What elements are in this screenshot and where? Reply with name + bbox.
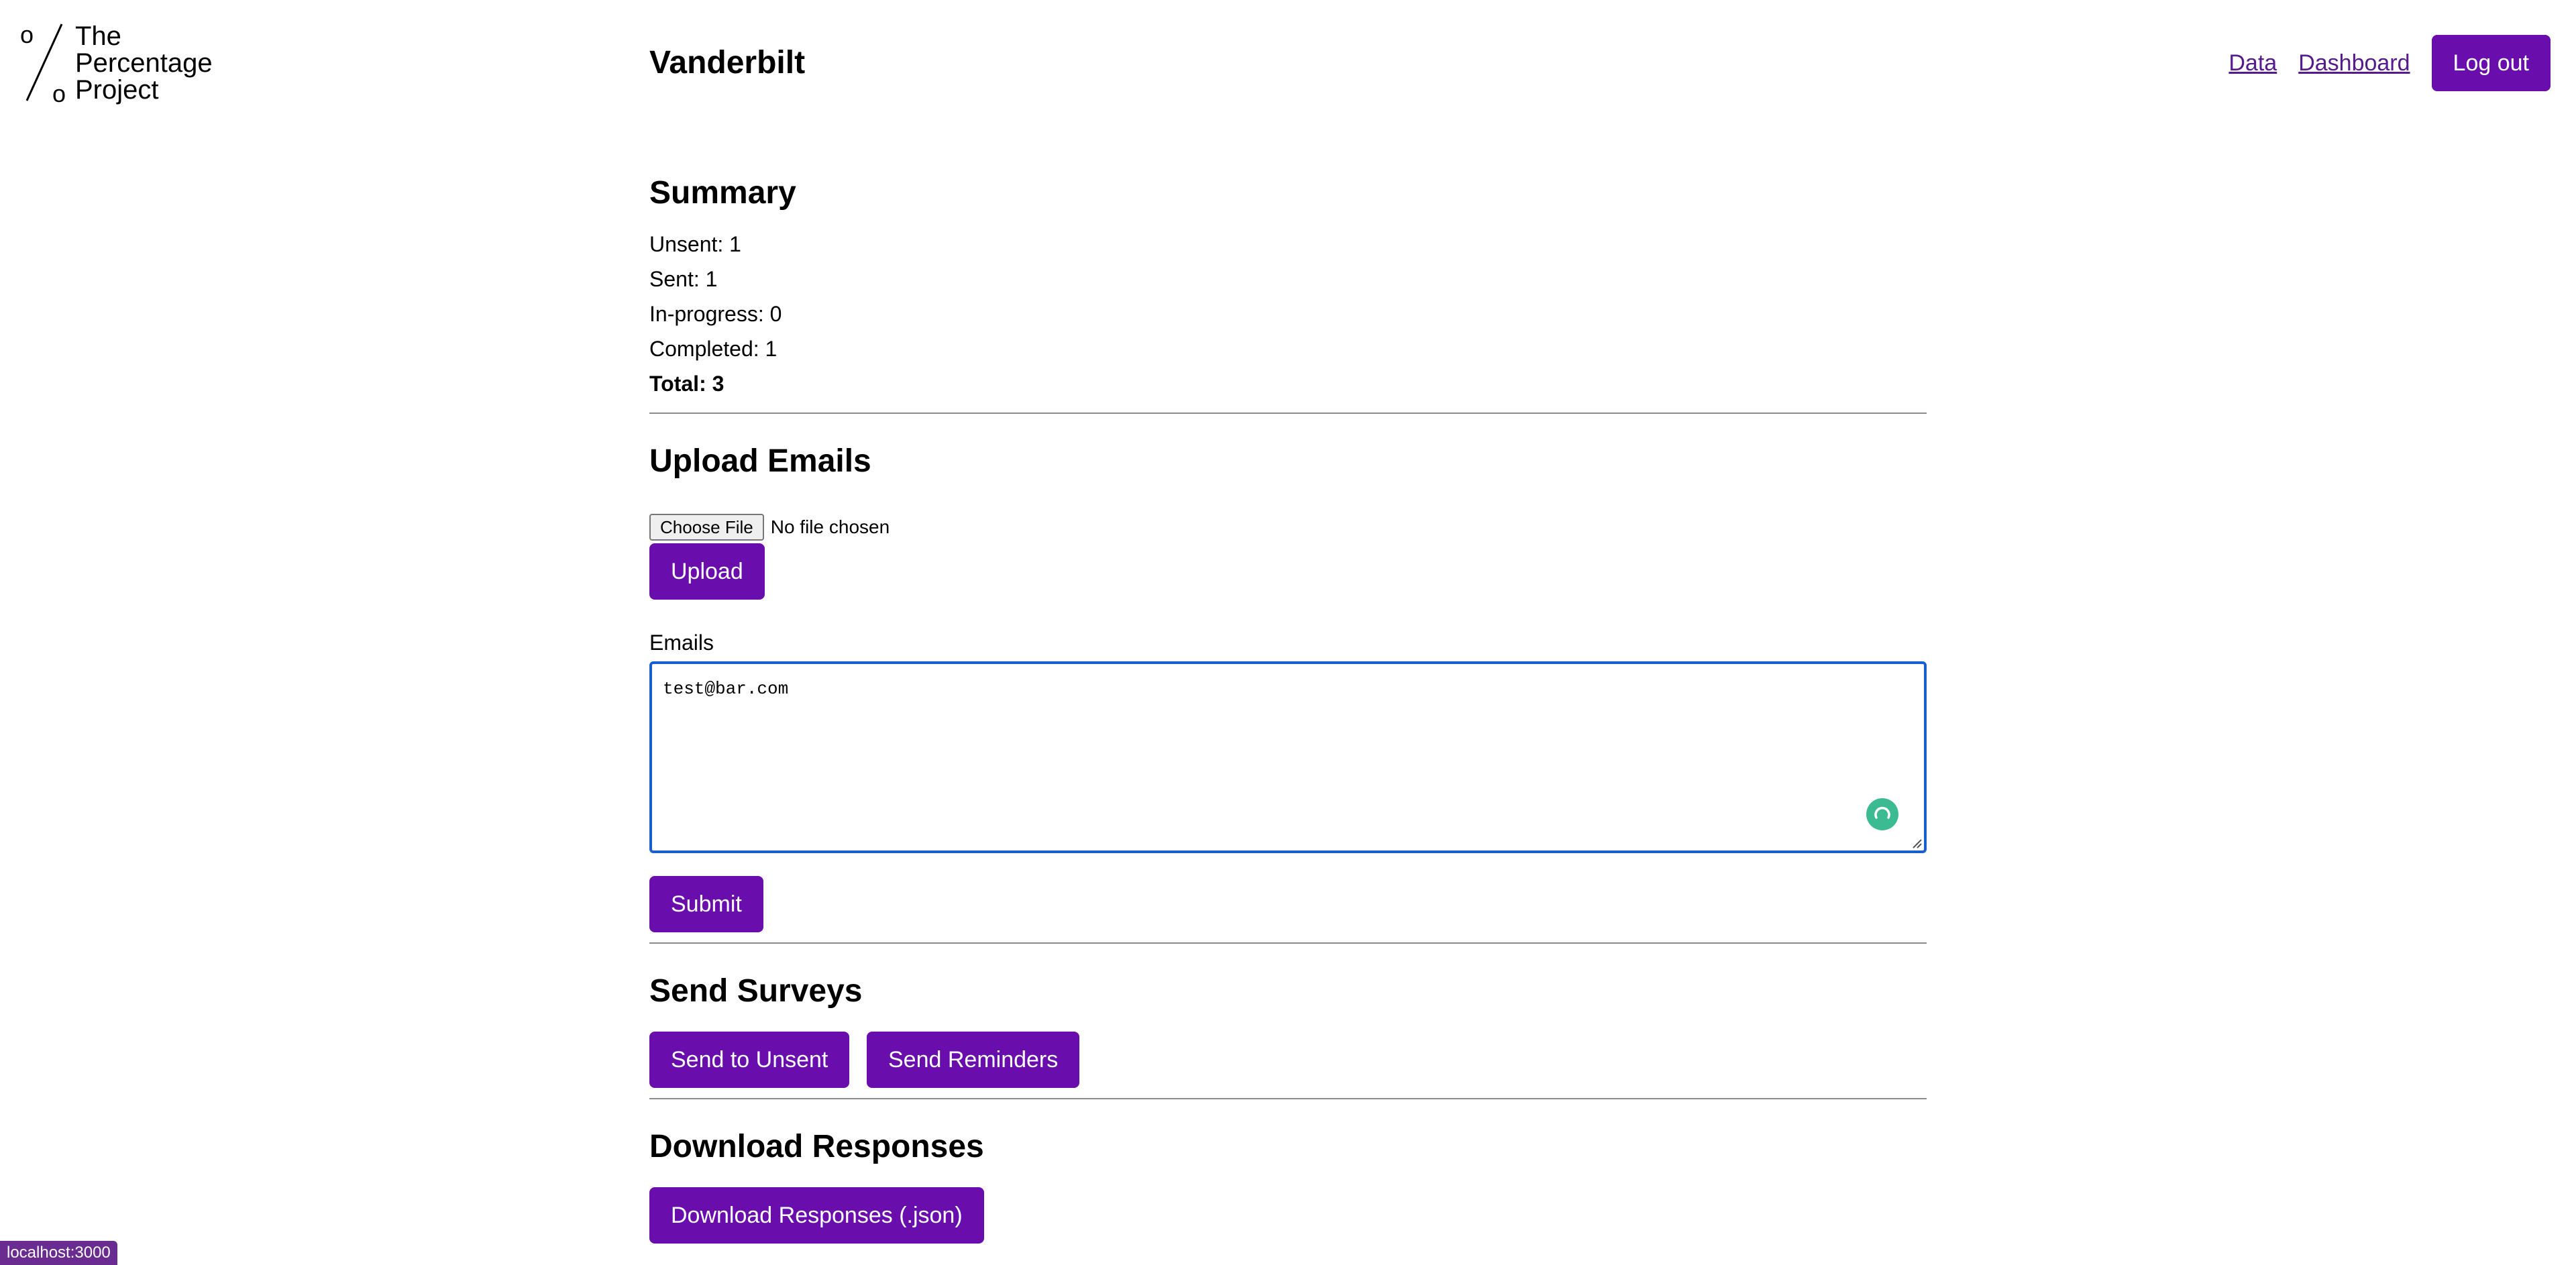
- logo-line-3: Project: [75, 75, 159, 105]
- send-to-unsent-button[interactable]: Send to Unsent: [649, 1032, 850, 1088]
- data-link[interactable]: Data: [2229, 50, 2277, 76]
- logo-line-2: Percentage: [75, 48, 213, 78]
- top-nav: Data Dashboard Log out: [2229, 35, 2551, 91]
- upload-emails-title: Upload Emails: [649, 443, 871, 479]
- file-status-text: No file chosen: [770, 516, 890, 537]
- submit-button[interactable]: Submit: [649, 876, 763, 932]
- total-count: Total: 3: [649, 372, 724, 396]
- download-responses-title: Download Responses: [649, 1129, 984, 1164]
- divider: [649, 1098, 1927, 1099]
- upload-button[interactable]: Upload: [649, 543, 765, 600]
- summary-title: Summary: [649, 175, 796, 211]
- emails-textarea[interactable]: test@bar.com: [652, 664, 1924, 850]
- logo-glyph-bottom: o: [52, 80, 66, 107]
- download-responses-button[interactable]: Download Responses (.json): [649, 1187, 984, 1244]
- unsent-count: Unsent: 1: [649, 232, 741, 256]
- sent-count: Sent: 1: [649, 267, 718, 291]
- in-progress-count: In-progress: 0: [649, 302, 782, 326]
- completed-count: Completed: 1: [649, 337, 777, 361]
- send-reminders-button[interactable]: Send Reminders: [867, 1032, 1080, 1088]
- resize-handle-icon[interactable]: [1911, 837, 1923, 849]
- page: o o The Percentage Project Vanderbilt Da…: [0, 0, 2576, 1265]
- logo[interactable]: o o The Percentage Project: [20, 23, 221, 107]
- choose-file-button[interactable]: Choose File: [649, 514, 764, 541]
- emails-label: Emails: [649, 630, 714, 655]
- status-bar-url: localhost:3000: [0, 1241, 117, 1265]
- page-title: Vanderbilt: [649, 45, 806, 80]
- dashboard-link[interactable]: Dashboard: [2298, 50, 2410, 76]
- file-input: Choose File No file chosen: [649, 514, 890, 541]
- logout-button[interactable]: Log out: [2431, 35, 2551, 91]
- send-surveys-title: Send Surveys: [649, 973, 863, 1009]
- grammarly-icon[interactable]: [1866, 798, 1898, 830]
- divider: [649, 412, 1927, 414]
- emails-textarea-frame: test@bar.com: [649, 661, 1927, 853]
- logo-line-1: The: [75, 21, 121, 51]
- divider: [649, 942, 1927, 944]
- logo-wordmark: The Percentage Project: [75, 23, 213, 103]
